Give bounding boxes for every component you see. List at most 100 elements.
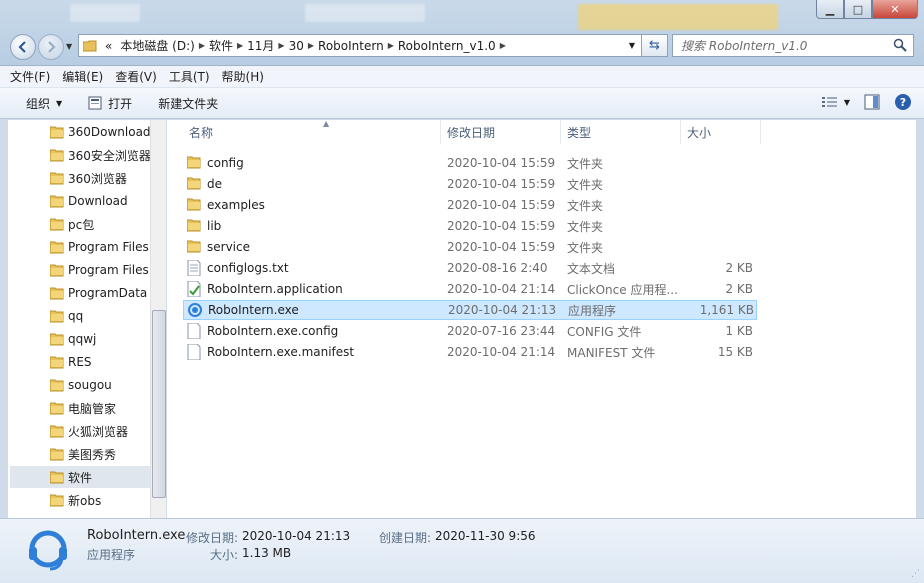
file-row[interactable]: lib 2020-10-04 15:59 文件夹	[183, 216, 757, 236]
address-dropdown-icon[interactable]: ▼	[629, 41, 635, 50]
file-type: 文件夹	[567, 177, 604, 192]
file-row[interactable]: service 2020-10-04 15:59 文件夹	[183, 237, 757, 257]
nav-item[interactable]: 360浏览器	[10, 167, 150, 189]
close-button[interactable]: ✕	[872, 0, 918, 19]
folder-icon	[50, 356, 64, 369]
back-button[interactable]	[10, 34, 36, 60]
breadcrumb-chevron-icon[interactable]: ▶	[278, 41, 284, 50]
change-view-button[interactable]: ▼	[821, 96, 850, 108]
file-row[interactable]: RoboIntern.exe 2020-10-04 21:13 应用程序 1,161 …	[183, 300, 757, 320]
column-header-date[interactable]: 修改日期	[441, 120, 561, 144]
column-type-label: 类型	[567, 125, 592, 140]
nav-item[interactable]: RES	[10, 351, 150, 373]
file-row[interactable]: RoboIntern.application 2020-10-04 21:14 Cl…	[183, 279, 757, 299]
file-name: config	[207, 156, 244, 170]
maximize-button[interactable]: □	[844, 0, 872, 19]
breadcrumb-segment[interactable]: 30	[289, 39, 304, 53]
address-bar[interactable]: « 本地磁盘 (D:) ▶ 软件 ▶ 11月 ▶ 30 ▶ RoboIntern…	[78, 34, 642, 57]
column-name-label: 名称	[189, 125, 214, 140]
breadcrumb-segment[interactable]: RoboIntern	[318, 39, 384, 53]
nav-item[interactable]: 软件	[10, 466, 150, 488]
breadcrumb-chevron-icon[interactable]: ▶	[388, 41, 394, 50]
nav-item-label: 360Download	[68, 125, 151, 139]
nav-item-label: 新obs	[68, 493, 102, 508]
menu-view[interactable]: 查看(V)	[115, 68, 157, 85]
file-list: 名称 ▲ 修改日期 类型 大小 config 2020-10-04 15:59 文件…	[167, 119, 916, 518]
refresh-button[interactable]: ⇆	[642, 34, 668, 57]
nav-item-label: RES	[68, 355, 92, 369]
file-name: examples	[207, 198, 265, 212]
breadcrumb-segment[interactable]: RoboIntern_v1.0	[398, 39, 496, 53]
nav-item[interactable]: ProgramData	[10, 282, 150, 304]
column-header-type[interactable]: 类型	[561, 120, 681, 144]
navigation-scrollbar[interactable]	[150, 120, 166, 518]
column-header-size[interactable]: 大小	[681, 120, 761, 144]
address-overflow[interactable]: «	[105, 39, 112, 53]
breadcrumb-segment[interactable]: 软件	[209, 37, 233, 54]
breadcrumb-chevron-icon[interactable]: ▶	[237, 41, 243, 50]
preview-pane-icon[interactable]	[864, 94, 880, 110]
minimize-button[interactable]: ▁	[816, 0, 844, 19]
file-name: RoboIntern.exe.manifest	[207, 345, 355, 359]
nav-item-label: Download	[68, 194, 128, 208]
nav-item-label: Program Files	[68, 240, 149, 254]
file-date: 2020-10-04 15:59	[447, 156, 556, 170]
breadcrumb-segment[interactable]: 11月	[247, 37, 274, 54]
nav-item[interactable]: Program Files	[10, 236, 150, 258]
new-folder-button[interactable]: 新建文件夹	[158, 95, 218, 112]
file-row[interactable]: RoboIntern.exe.config 2020-07-16 23:44 CON…	[183, 321, 757, 341]
blurred-background	[305, 4, 425, 22]
nav-item-label: Program Files	[68, 263, 149, 277]
file-type: 文本文档	[567, 261, 616, 276]
folder-icon	[50, 241, 64, 254]
nav-item[interactable]: Program Files	[10, 259, 150, 281]
help-icon[interactable]: ?	[894, 93, 912, 111]
nav-item[interactable]: sougou	[10, 374, 150, 396]
file-name: RoboIntern.exe.config	[207, 324, 339, 338]
history-dropdown-icon[interactable]: ▼	[66, 42, 72, 51]
column-size-label: 大小	[687, 125, 712, 140]
menu-edit[interactable]: 编辑(E)	[62, 68, 103, 85]
file-row[interactable]: configlogs.txt 2020-08-16 2:40 文本文档 2 KB	[183, 258, 757, 278]
nav-item[interactable]: pc包	[10, 213, 150, 235]
nav-item[interactable]: 新obs	[10, 489, 150, 511]
menu-tools[interactable]: 工具(T)	[169, 68, 210, 85]
file-date: 2020-07-16 23:44	[447, 324, 556, 338]
breadcrumb-segment[interactable]: 本地磁盘 (D:)	[120, 37, 194, 54]
search-input[interactable]: 搜索 RoboIntern_v1.0	[672, 34, 914, 57]
file-size: 1,161 KB	[699, 303, 754, 317]
folder-icon	[50, 425, 64, 438]
file-row[interactable]: config 2020-10-04 15:59 文件夹	[183, 153, 757, 173]
nav-item[interactable]: 火狐浏览器	[10, 420, 150, 442]
nav-item[interactable]: 360安全浏览器	[10, 144, 151, 166]
file-size: 15 KB	[717, 345, 753, 359]
file-name: RoboIntern.exe	[208, 303, 299, 317]
organize-button[interactable]: 组织 ▼	[26, 95, 62, 112]
file-row[interactable]: RoboIntern.exe.manifest 2020-10-04 21:14 M…	[183, 342, 757, 362]
breadcrumb-chevron-icon[interactable]: ▶	[500, 41, 506, 50]
nav-item[interactable]: qq	[10, 305, 150, 327]
file-date: 2020-10-04 21:13	[448, 303, 557, 317]
file-name: configlogs.txt	[207, 261, 289, 275]
file-row[interactable]: de 2020-10-04 15:59 文件夹	[183, 174, 757, 194]
menu-file[interactable]: 文件(F)	[10, 68, 50, 85]
scrollbar-thumb[interactable]	[152, 310, 166, 498]
menu-help[interactable]: 帮助(H)	[222, 68, 264, 85]
open-button[interactable]: 打开	[88, 95, 132, 112]
folder-icon	[186, 239, 201, 256]
file-name: RoboIntern.application	[207, 282, 343, 296]
nav-item[interactable]: Download	[10, 190, 150, 212]
nav-item-label: 火狐浏览器	[68, 424, 129, 439]
nav-item[interactable]: 360Download	[10, 121, 151, 143]
resize-grip-icon[interactable]: ⋰	[911, 569, 920, 579]
column-header-name[interactable]: 名称 ▲	[183, 119, 441, 144]
nav-item[interactable]: 美图秀秀	[10, 443, 150, 465]
forward-button[interactable]	[38, 34, 64, 60]
breadcrumb-chevron-icon[interactable]: ▶	[199, 41, 205, 50]
nav-item[interactable]: qqwj	[10, 328, 150, 350]
file-row[interactable]: examples 2020-10-04 15:59 文件夹	[183, 195, 757, 215]
file-type: 文件夹	[567, 198, 604, 213]
breadcrumb-chevron-icon[interactable]: ▶	[308, 41, 314, 50]
file-date: 2020-10-04 15:59	[447, 177, 556, 191]
nav-item[interactable]: 电脑管家	[10, 397, 150, 419]
